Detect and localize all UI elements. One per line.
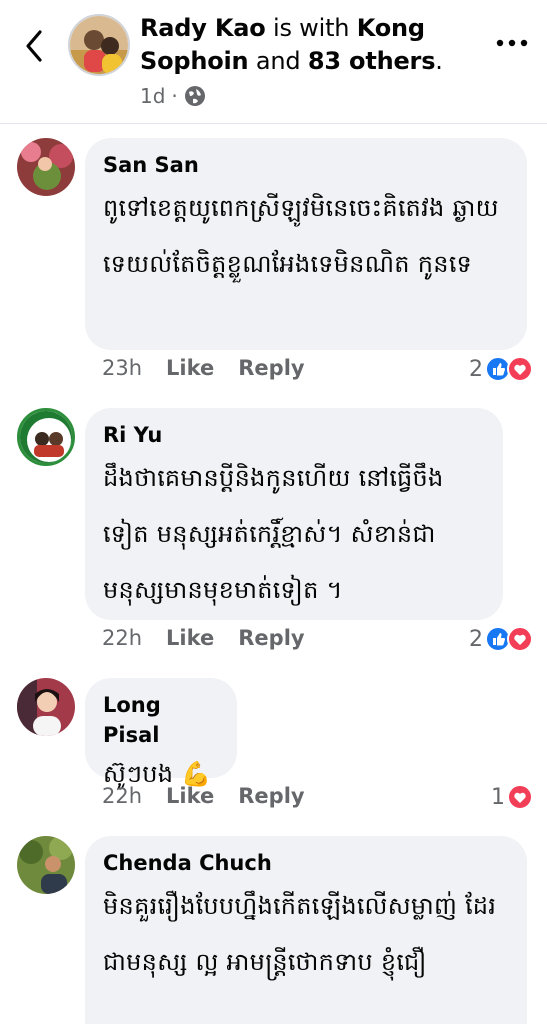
post-meta: 1d · [140,84,206,108]
comment-text: មិនគួររឿងបែបហ្នឹងកើតឡើងលើសម្លាញ់ ដែរជាមន… [103,892,497,976]
reaction-summary[interactable]: 2 [469,626,533,652]
comment-bubble[interactable]: Long Pisal ស៊ូៗបង 💪 [85,678,237,788]
post-time[interactable]: 1d [140,84,165,108]
reply-button[interactable]: Reply [238,356,304,380]
reaction-count: 1 [491,784,505,810]
comment-time[interactable]: 22h [102,784,142,808]
author-name[interactable]: Rady Kao [140,14,266,42]
reaction-count: 2 [469,626,483,652]
with-text: is with [265,14,357,42]
love-reaction-icon [507,356,533,382]
post-title: Rady Kao is with Kong Sophoin and 83 oth… [140,12,480,78]
like-button[interactable]: Like [166,356,214,380]
comment-time[interactable]: 23h [102,356,142,380]
comment-bubble[interactable]: Chenda Chuch មិនគួររឿងបែបហ្នឹងកើតឡើងលើសម… [85,836,527,1024]
commenter-name[interactable]: Ri Yu [103,420,483,450]
reply-button[interactable]: Reply [238,626,304,650]
avatar[interactable] [17,678,75,736]
reaction-summary[interactable]: 1 [491,784,533,810]
others-link[interactable]: 83 others [308,47,436,75]
commenter-name[interactable]: Chenda Chuch [103,848,507,878]
and-text: and [248,47,308,75]
commenter-name[interactable]: San San [103,150,507,180]
avatar[interactable] [17,836,75,894]
comment-actions: 22h Like Reply [102,784,305,808]
love-reaction-icon [507,784,533,810]
author-avatar[interactable] [68,14,130,76]
reply-button[interactable]: Reply [238,784,304,808]
globe-icon [184,86,205,106]
like-button[interactable]: Like [166,784,214,808]
comment-actions: 22h Like Reply [102,626,305,650]
avatar[interactable] [17,138,75,196]
comment-text: ដឹងថាគេមានប្តីនិងកូនហើយ នៅធ្វើចឹង ទៀត មន… [103,464,444,604]
reaction-summary[interactable]: 2 [469,356,533,382]
comment-time[interactable]: 22h [102,626,142,650]
like-button[interactable]: Like [166,626,214,650]
more-dots-icon[interactable] [495,36,529,50]
avatar[interactable] [17,408,75,466]
love-reaction-icon [507,626,533,652]
commenter-name[interactable]: Long Pisal [103,690,217,750]
comment-text: ពូទៅខេត្តយូពេកស្រីឡូវមិនេចេះគិតេវង ឆ្ងាយ… [103,194,499,278]
reaction-count: 2 [469,356,483,382]
comment-bubble[interactable]: San San ពូទៅខេត្តយូពេកស្រីឡូវមិនេចេះគិតេ… [85,138,527,350]
comment-actions: 23h Like Reply [102,356,305,380]
title-period: . [435,47,443,75]
post-header: Rady Kao is with Kong Sophoin and 83 oth… [0,0,547,124]
chevron-left-icon[interactable] [20,26,50,66]
meta-separator: · [171,84,178,108]
comment-bubble[interactable]: Ri Yu ដឹងថាគេមានប្តីនិងកូនហើយ នៅធ្វើចឹង … [85,408,503,620]
